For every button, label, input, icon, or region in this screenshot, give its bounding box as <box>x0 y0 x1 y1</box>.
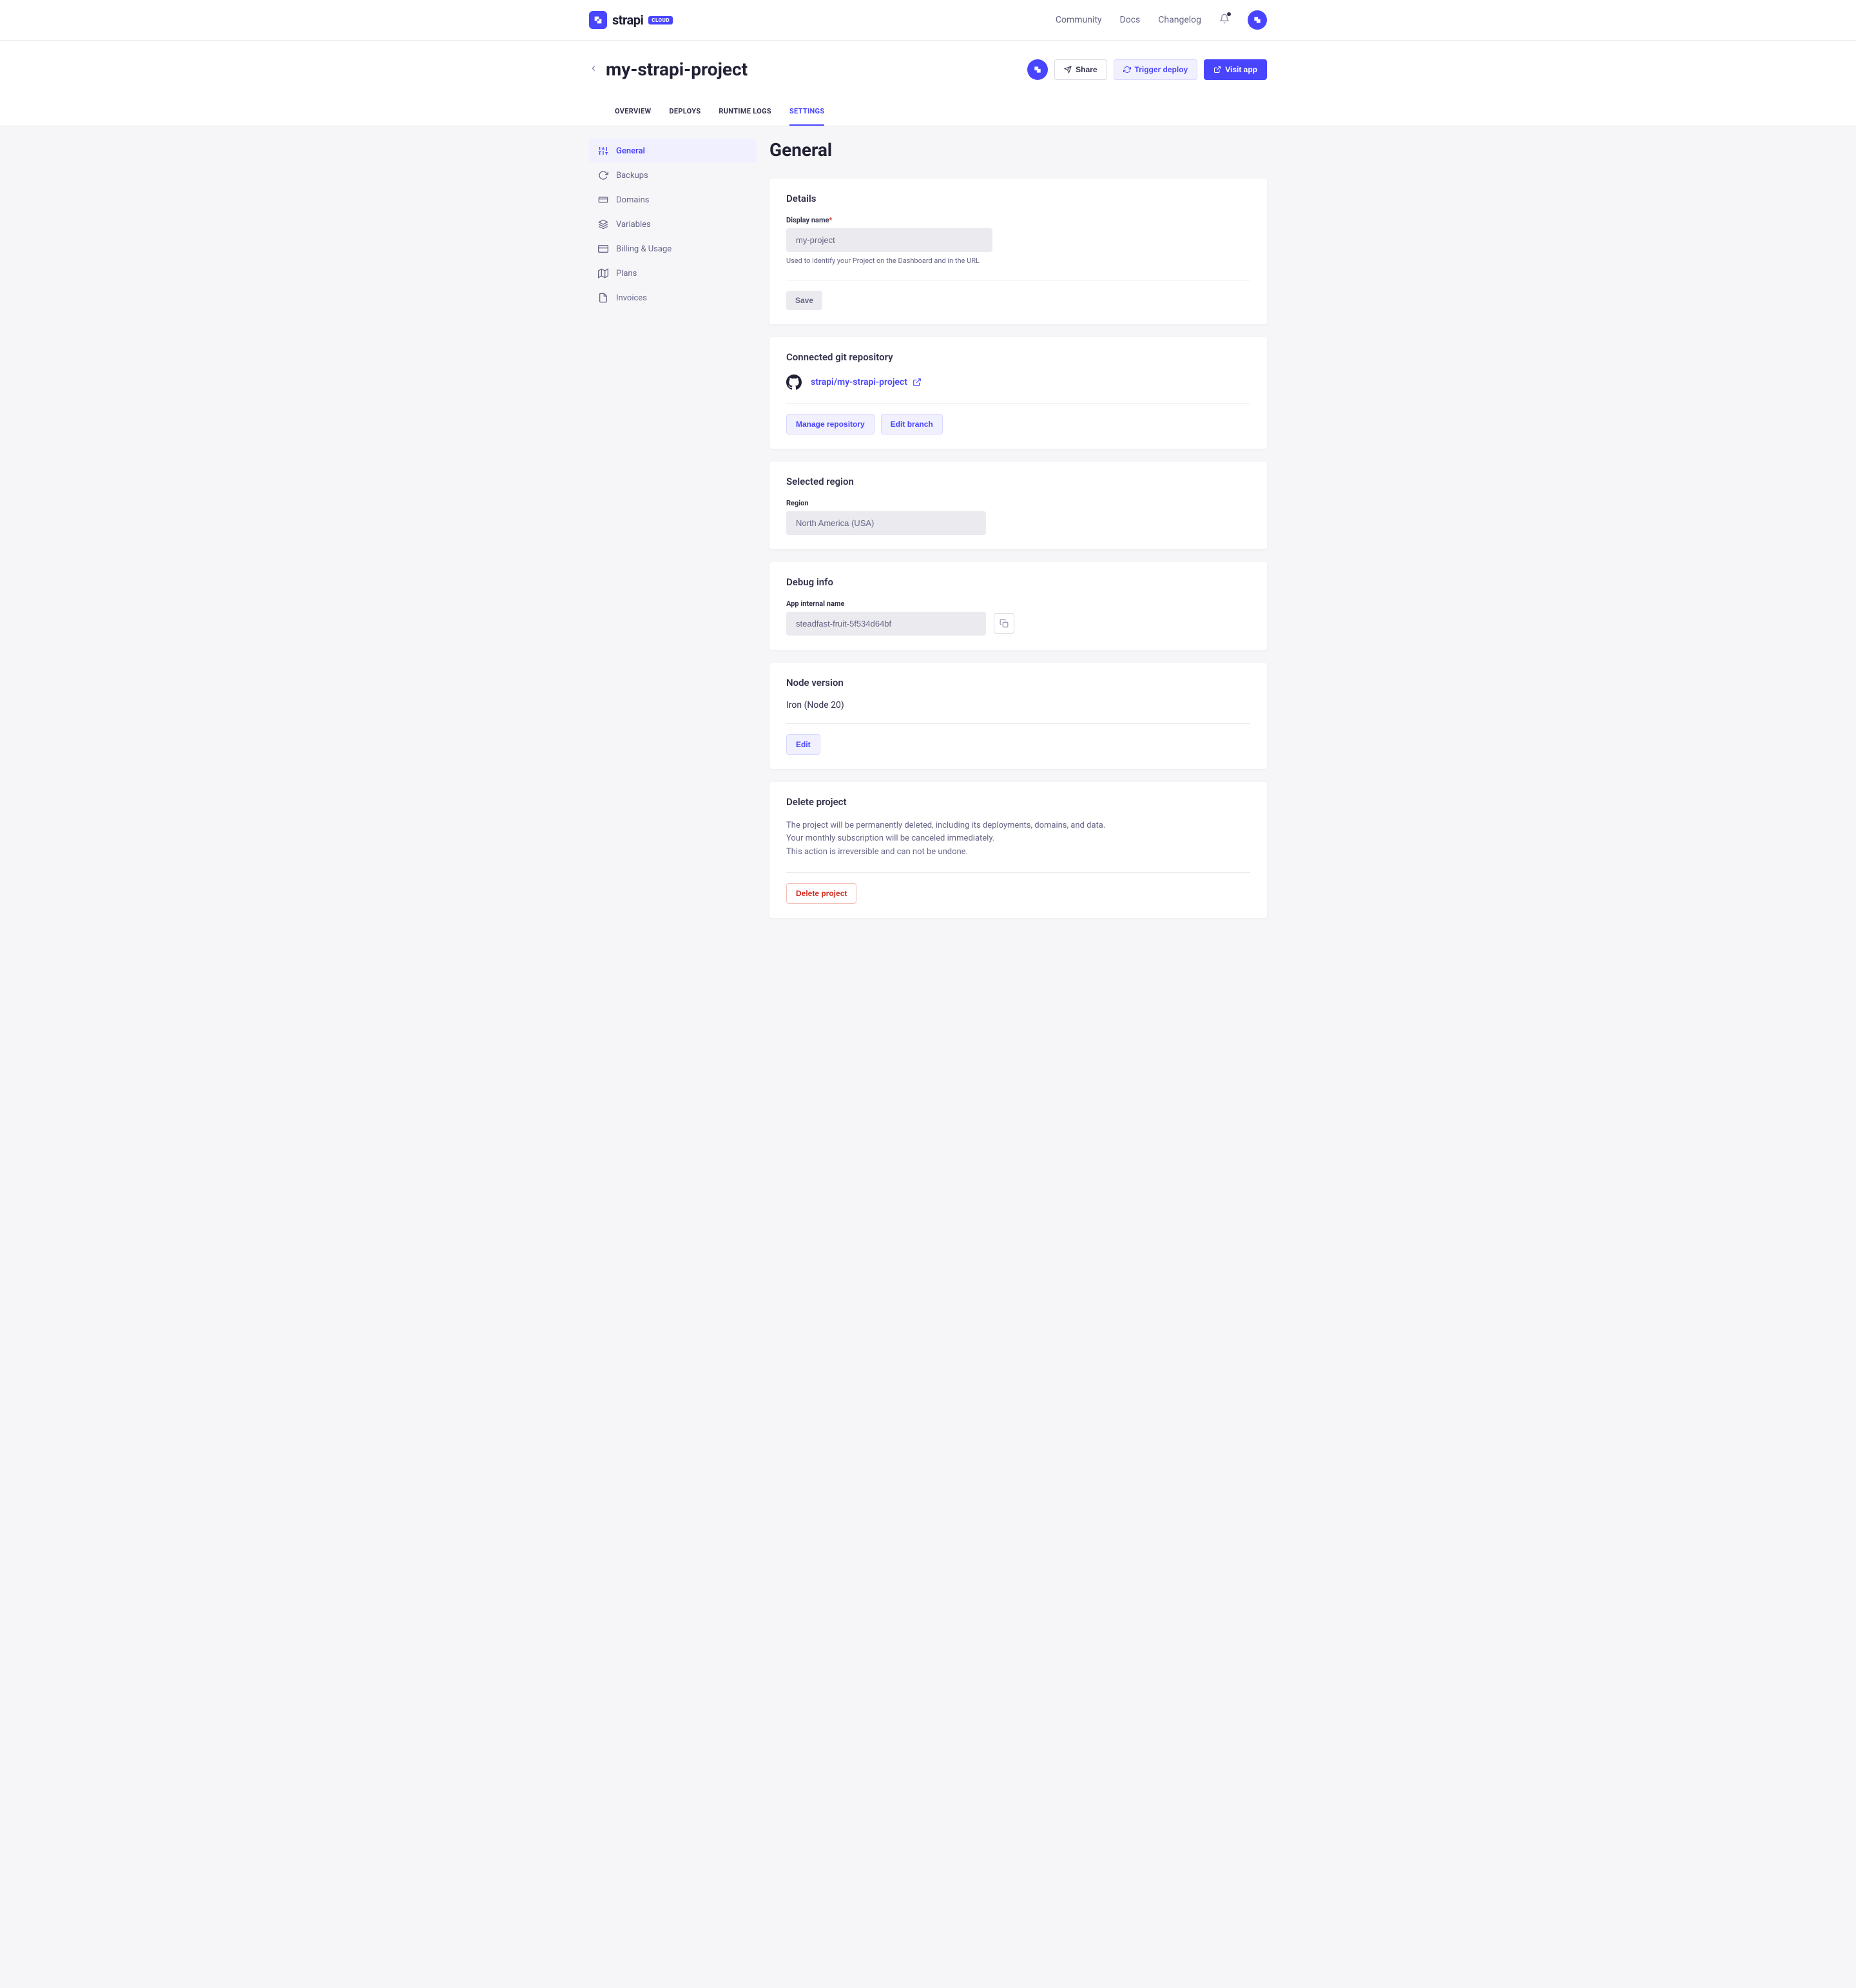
repo-link[interactable]: strapi/my-strapi-project <box>811 377 922 387</box>
project-icon-button[interactable] <box>1027 59 1048 80</box>
sidebar-item-label: Variables <box>616 220 651 229</box>
delete-project-button[interactable]: Delete project <box>786 883 856 904</box>
notifications-button[interactable] <box>1219 14 1230 26</box>
external-link-icon <box>913 378 922 387</box>
sidebar-item-label: Invoices <box>616 293 647 303</box>
file-icon <box>598 293 608 303</box>
delete-line2: Your monthly subscription will be cancel… <box>786 832 1250 846</box>
sidebar-item-invoices[interactable]: Invoices <box>589 286 757 309</box>
delete-line1: The project will be permanently deleted,… <box>786 819 1250 833</box>
nav-changelog[interactable]: Changelog <box>1158 15 1201 25</box>
sidebar-item-label: Billing & Usage <box>616 244 672 254</box>
nav-docs[interactable]: Docs <box>1120 15 1141 25</box>
tab-deploys[interactable]: DEPLOYS <box>669 98 701 126</box>
tab-overview[interactable]: OVERVIEW <box>615 98 651 126</box>
region-card: Selected region Region <box>769 462 1267 549</box>
sidebar-item-variables[interactable]: Variables <box>589 213 757 236</box>
page-title: General <box>769 139 1267 161</box>
display-name-help: Used to identify your Project on the Das… <box>786 256 992 267</box>
manage-repo-button[interactable]: Manage repository <box>786 414 875 434</box>
share-button[interactable]: Share <box>1054 59 1107 80</box>
delete-line3: This action is irreversible and can not … <box>786 846 1250 859</box>
sidebar-item-label: Backups <box>616 171 648 180</box>
sidebar-item-general[interactable]: General <box>589 139 757 162</box>
project-header: my-strapi-project Share Trigger deploy V… <box>0 41 1856 126</box>
sidebar-item-label: Domains <box>616 195 649 205</box>
edit-branch-button[interactable]: Edit branch <box>881 414 943 434</box>
credit-card-icon <box>598 244 608 254</box>
github-icon <box>786 375 802 390</box>
card-title: Debug info <box>786 576 1250 588</box>
details-card: Details Display name* Used to identify y… <box>769 179 1267 324</box>
sidebar-item-plans[interactable]: Plans <box>589 262 757 285</box>
card-title: Details <box>786 193 1250 204</box>
settings-sidebar: General Backups Domains Variables Billin… <box>589 139 757 931</box>
tab-runtime-logs[interactable]: RUNTIME LOGS <box>719 98 771 126</box>
sidebar-item-billing[interactable]: Billing & Usage <box>589 237 757 260</box>
layers-icon <box>598 219 608 229</box>
delete-card: Delete project The project will be perma… <box>769 782 1267 918</box>
cloud-badge: CLOUD <box>648 16 673 24</box>
edit-node-button[interactable]: Edit <box>786 734 820 755</box>
display-name-input[interactable] <box>786 228 992 252</box>
project-title: my-strapi-project <box>606 59 748 80</box>
card-title: Delete project <box>786 796 1250 808</box>
tab-settings[interactable]: SETTINGS <box>789 98 824 126</box>
visit-label: Visit app <box>1225 65 1257 74</box>
copy-icon <box>1000 619 1009 628</box>
trigger-deploy-button[interactable]: Trigger deploy <box>1114 59 1198 80</box>
top-navigation: strapi CLOUD Community Docs Changelog <box>0 0 1856 41</box>
display-name-label: Display name* <box>786 216 1250 224</box>
region-label: Region <box>786 499 1250 507</box>
globe-icon <box>598 195 608 205</box>
back-chevron-icon[interactable] <box>589 64 598 75</box>
card-title: Selected region <box>786 476 1250 487</box>
user-avatar[interactable] <box>1248 10 1267 30</box>
visit-app-button[interactable]: Visit app <box>1204 59 1267 80</box>
nav-community[interactable]: Community <box>1056 15 1102 25</box>
git-card: Connected git repository strapi/my-strap… <box>769 337 1267 449</box>
node-card: Node version Iron (Node 20) Edit <box>769 663 1267 769</box>
copy-button[interactable] <box>994 613 1014 634</box>
trigger-label: Trigger deploy <box>1135 65 1188 74</box>
strapi-logo-icon <box>589 11 607 29</box>
sidebar-item-label: Plans <box>616 269 637 278</box>
app-internal-label: App internal name <box>786 599 1250 608</box>
node-value: Iron (Node 20) <box>786 700 1250 710</box>
logo[interactable]: strapi CLOUD <box>589 11 673 29</box>
sidebar-item-domains[interactable]: Domains <box>589 188 757 211</box>
region-input <box>786 511 986 535</box>
refresh-icon <box>598 170 608 180</box>
map-icon <box>598 268 608 278</box>
sidebar-item-backups[interactable]: Backups <box>589 164 757 187</box>
tabs: OVERVIEW DEPLOYS RUNTIME LOGS SETTINGS <box>589 98 1267 126</box>
app-internal-input <box>786 612 986 636</box>
sidebar-item-label: General <box>616 146 645 156</box>
sliders-icon <box>598 146 608 156</box>
share-label: Share <box>1076 65 1097 74</box>
logo-text: strapi <box>612 12 643 28</box>
debug-card: Debug info App internal name <box>769 562 1267 650</box>
notification-dot <box>1227 12 1231 16</box>
card-title: Connected git repository <box>786 351 1250 363</box>
save-button[interactable]: Save <box>786 291 822 310</box>
card-title: Node version <box>786 677 1250 688</box>
